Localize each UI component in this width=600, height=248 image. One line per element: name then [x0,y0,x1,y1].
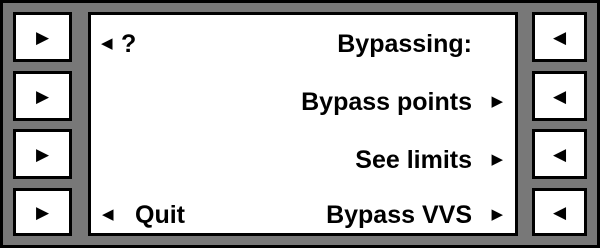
menu-item-see-limits[interactable]: See limits ▶ [91,137,515,183]
quit-option[interactable]: Quit [135,192,185,238]
help-indicator: ? [121,30,137,58]
menu-item-label: Bypass points [301,88,472,116]
left-softkey-3[interactable]: ▶ [13,129,72,179]
lcd-screen: ◀ ? Bypassing: Bypass points ▶ See limit… [88,12,518,236]
right-softkey-2[interactable]: ◀ [532,71,587,121]
play-right-icon: ▶ [35,144,50,164]
forward-arrow-icon: ▶ [491,93,503,110]
left-softkey-2[interactable]: ▶ [13,71,72,121]
forward-arrow-icon: ▶ [491,151,503,168]
play-left-icon: ◀ [552,202,567,222]
menu-item-bypass-points[interactable]: Bypass points ▶ [91,79,515,125]
play-left-icon: ◀ [552,144,567,164]
play-left-icon: ◀ [552,86,567,106]
right-softkey-1[interactable]: ◀ [532,12,587,62]
back-arrow-icon: ◀ [101,35,113,52]
left-softkey-4[interactable]: ▶ [13,188,72,236]
right-softkey-3[interactable]: ◀ [532,129,587,179]
forward-arrow-icon: ▶ [491,206,503,223]
screen-line-1: ◀ ? Bypassing: [91,21,515,67]
play-right-icon: ▶ [35,86,50,106]
menu-item-label: See limits [355,146,472,174]
screen-title: Bypassing: [337,30,472,58]
play-left-icon: ◀ [552,27,567,47]
left-softkey-1[interactable]: ▶ [13,12,72,62]
play-right-icon: ▶ [35,202,50,222]
menu-item-bypass-vvs[interactable]: Bypass VVS [326,192,472,238]
right-softkey-4[interactable]: ◀ [532,188,587,236]
play-right-icon: ▶ [35,27,50,47]
screen-line-4: ◀ Quit Bypass VVS ▶ [91,192,515,238]
back-arrow-icon: ◀ [102,206,114,223]
